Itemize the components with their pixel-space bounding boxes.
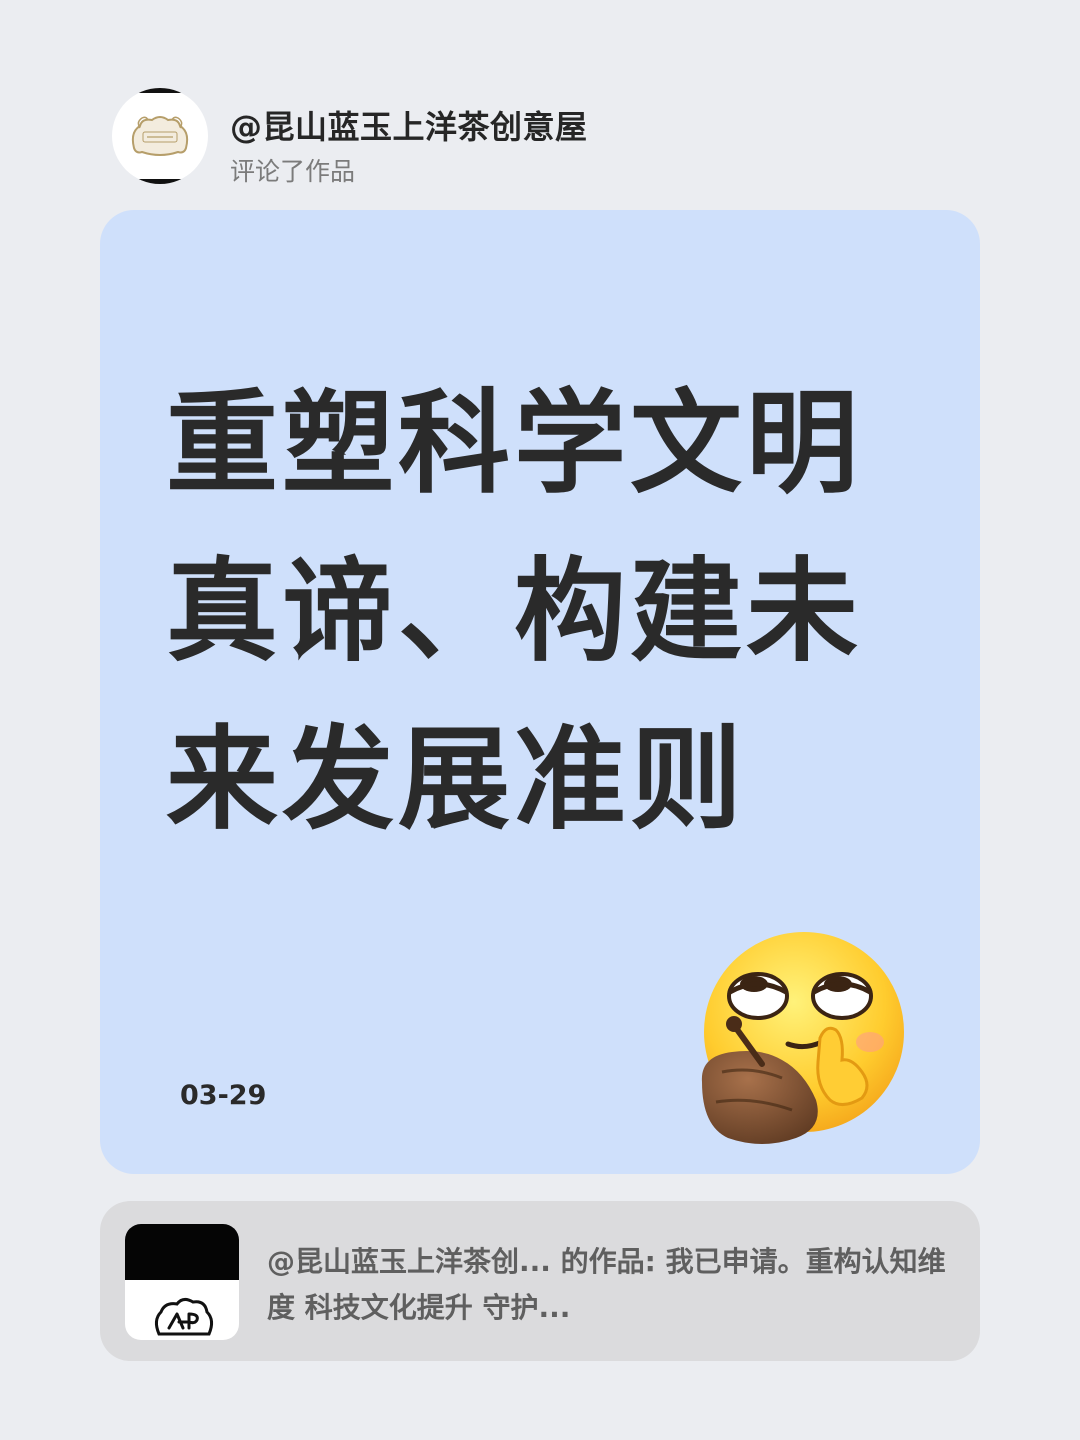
avatar[interactable] xyxy=(112,88,208,184)
post-date: 03-29 xyxy=(180,1080,267,1111)
post-title: 重塑科学文明真谛、构建未来发展准则 xyxy=(166,379,862,845)
quoted-work-thumbnail[interactable] xyxy=(125,1224,239,1340)
quoted-work-card[interactable]: @昆山蓝玉上洋茶创... 的作品: 我已申请。重构认知维度 科技文化提升 守护.… xyxy=(100,1201,980,1361)
smirking-emoji-icon xyxy=(701,932,904,1144)
action-text: 评论了作品 xyxy=(230,157,356,186)
username[interactable]: @昆山蓝玉上洋茶创意屋 xyxy=(230,102,588,148)
post-card[interactable]: 重塑科学文明真谛、构建未来发展准则 03-29 xyxy=(100,210,980,1174)
quoted-work-text: @昆山蓝玉上洋茶创... 的作品: 我已申请。重构认知维度 科技文化提升 守护.… xyxy=(267,1245,946,1324)
logo-mark-icon xyxy=(154,1297,214,1336)
tea-shop-logo-icon xyxy=(131,116,189,156)
